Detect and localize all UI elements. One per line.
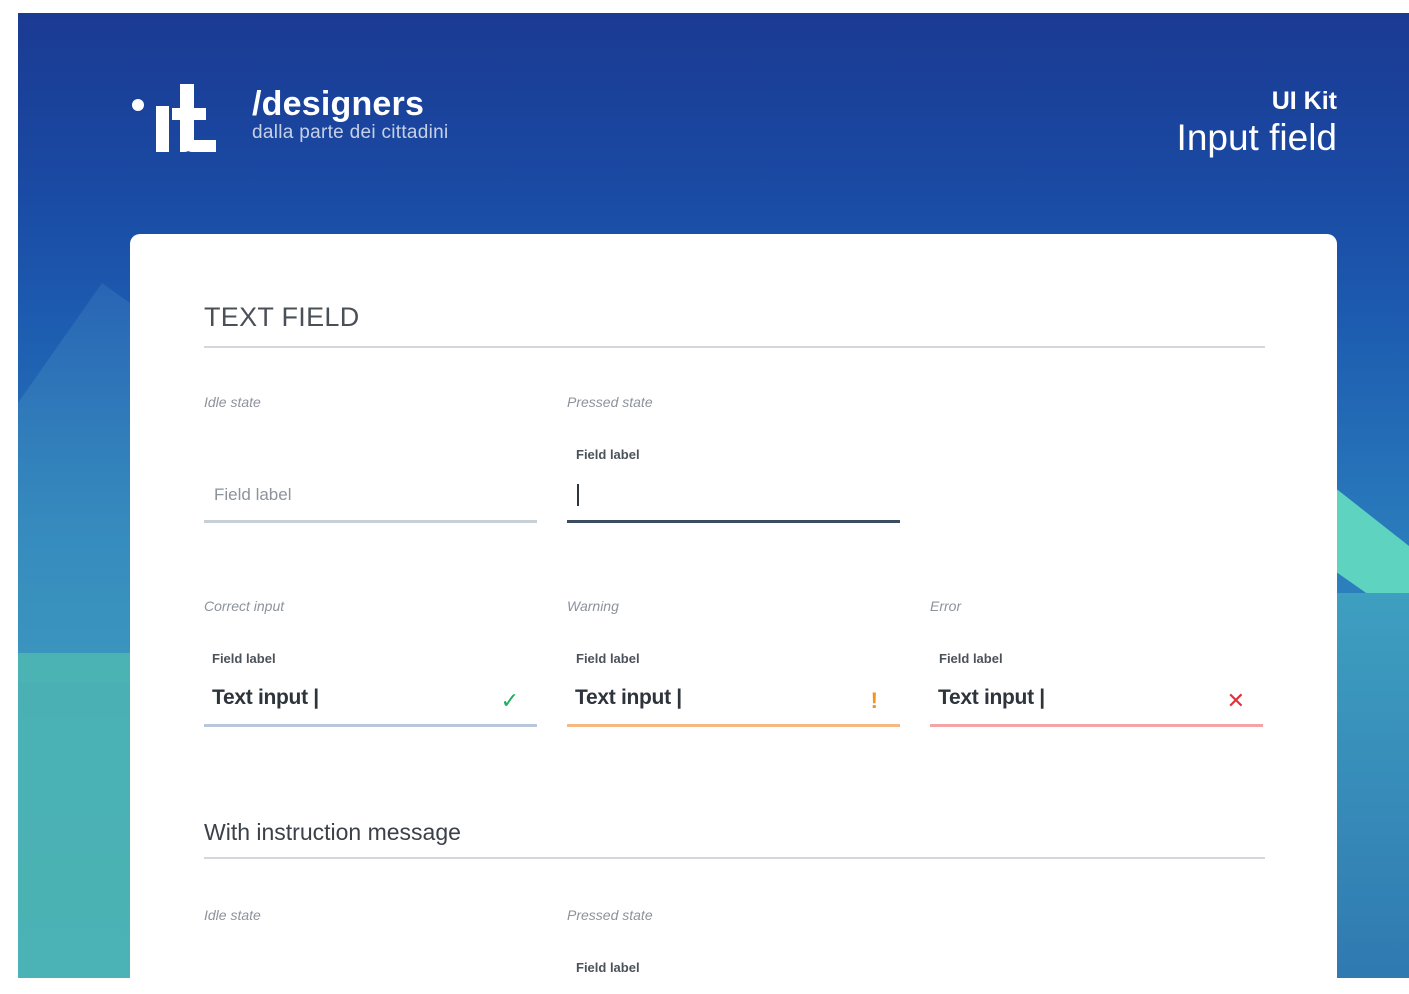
brand-title: /designers	[252, 85, 425, 123]
state-label-idle: Idle state	[204, 907, 261, 923]
brand-logo: /designers dalla parte dei cittadini	[132, 84, 449, 154]
content-card: TEXT FIELD Idle state Pressed state Fiel…	[130, 234, 1337, 994]
it-logo-icon	[132, 84, 222, 154]
brand-text: /designers dalla parte dei cittadini	[252, 84, 449, 144]
text-caret	[577, 484, 579, 506]
pressed-text-field[interactable]	[567, 476, 900, 523]
field-value: Text input |	[212, 686, 319, 709]
background-shape	[1329, 593, 1409, 978]
field-placeholder: Field label	[214, 485, 292, 504]
field-value: Text input |	[938, 686, 1045, 709]
field-label: Field label	[576, 447, 640, 462]
check-icon: ✓	[500, 688, 519, 713]
state-label-correct: Correct input	[204, 598, 285, 614]
state-label-idle: Idle state	[204, 394, 261, 410]
field-label: Field label	[212, 651, 276, 666]
state-label-pressed: Pressed state	[567, 394, 653, 410]
state-label-warning: Warning	[567, 598, 619, 614]
section-title-text-field: TEXT FIELD	[204, 302, 1265, 348]
warning-text-field[interactable]: Text input | !	[567, 680, 900, 727]
page-title: Input field	[1176, 117, 1337, 158]
idle-text-field[interactable]: Field label	[204, 476, 537, 523]
correct-text-field[interactable]: Text input | ✓	[204, 680, 537, 727]
field-label: Field label	[576, 960, 640, 975]
field-label: Field label	[939, 651, 1003, 666]
page-heading: UI Kit Input field	[1177, 86, 1337, 160]
field-value: Text input |	[575, 686, 682, 709]
cross-icon: ✕	[1226, 688, 1245, 713]
section-title-instruction: With instruction message	[204, 819, 1265, 859]
error-text-field[interactable]: Text input | ✕	[930, 680, 1263, 727]
field-label: Field label	[576, 651, 640, 666]
state-label-error: Error	[930, 598, 962, 614]
exclamation-icon: !	[870, 688, 878, 713]
brand-subtitle: dalla parte dei cittadini	[252, 122, 449, 143]
state-label-pressed: Pressed state	[567, 907, 653, 923]
kit-label: UI Kit	[1271, 87, 1337, 115]
